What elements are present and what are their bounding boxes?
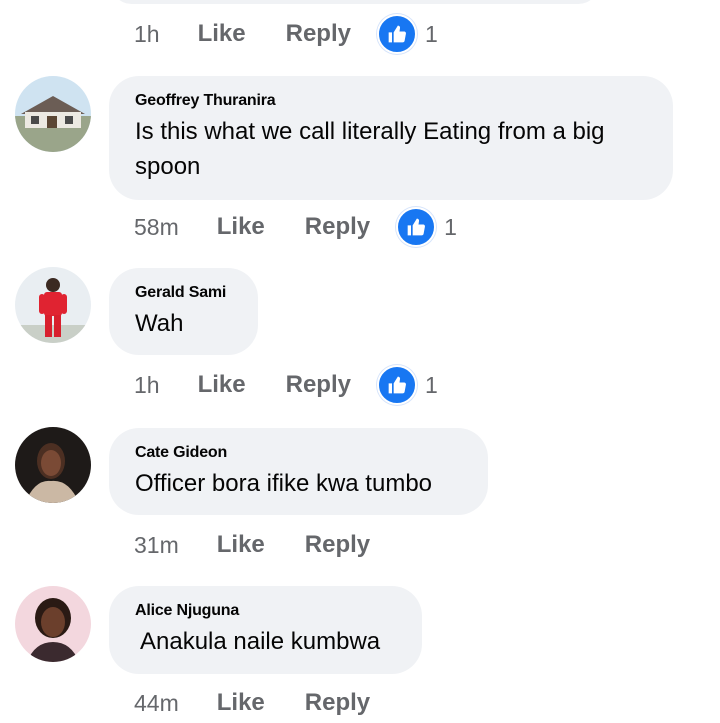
comment-actions: 1h Like Reply 1 bbox=[134, 365, 438, 405]
comment-author[interactable]: Cate Gideon bbox=[135, 444, 462, 462]
comment-time: 1h bbox=[134, 20, 160, 47]
comment-actions: 58m Like Reply 1 bbox=[134, 207, 457, 247]
reply-button[interactable]: Reply bbox=[305, 531, 370, 559]
comment-bubble: Alice Njuguna Anakula naile kumbwa bbox=[109, 586, 422, 674]
comment-text: Wah bbox=[135, 310, 184, 337]
comment-time: 31m bbox=[134, 531, 179, 558]
comment-text: Officer bora ifike kwa tumbo bbox=[135, 470, 433, 497]
reaction-count: 1 bbox=[424, 20, 438, 47]
thumbs-up-icon bbox=[376, 14, 417, 54]
like-button[interactable]: Like bbox=[198, 20, 246, 48]
avatar[interactable] bbox=[15, 427, 91, 503]
reaction-summary[interactable]: 1 bbox=[376, 365, 438, 405]
reply-button[interactable]: Reply bbox=[305, 213, 370, 241]
comment-author[interactable]: Geoffrey Thuranira bbox=[135, 92, 647, 110]
reaction-summary[interactable]: 1 bbox=[376, 14, 438, 54]
comment-author[interactable]: Gerald Sami bbox=[135, 284, 232, 302]
like-button[interactable]: Like bbox=[217, 213, 265, 241]
like-button[interactable]: Like bbox=[217, 531, 265, 559]
previous-comment-bubble bbox=[110, 0, 600, 4]
thumbs-up-icon bbox=[376, 365, 417, 405]
comment-time: 1h bbox=[134, 371, 160, 398]
comment-time: 58m bbox=[134, 213, 179, 240]
comment-bubble: Geoffrey Thuranira Is this what we call … bbox=[109, 76, 673, 200]
thumbs-up-icon bbox=[396, 207, 437, 247]
reply-button[interactable]: Reply bbox=[286, 371, 351, 399]
reply-button[interactable]: Reply bbox=[305, 689, 370, 717]
comment-time: 44m bbox=[134, 689, 179, 716]
like-button[interactable]: Like bbox=[217, 689, 265, 717]
comment-bubble: Gerald Sami Wah bbox=[109, 268, 258, 355]
comment-actions: 44m Like Reply bbox=[134, 683, 370, 723]
reply-button[interactable]: Reply bbox=[286, 20, 351, 48]
like-button[interactable]: Like bbox=[198, 371, 246, 399]
comment-text: Is this what we call literally Eating fr… bbox=[135, 118, 605, 180]
reaction-count: 1 bbox=[424, 371, 438, 398]
avatar[interactable] bbox=[15, 586, 91, 662]
avatar[interactable] bbox=[15, 267, 91, 343]
reaction-summary[interactable]: 1 bbox=[396, 207, 457, 247]
comment-bubble: Cate Gideon Officer bora ifike kwa tumbo bbox=[109, 428, 488, 515]
comment-actions: 31m Like Reply bbox=[134, 525, 370, 565]
reaction-count: 1 bbox=[444, 213, 457, 240]
comment-actions-previous: 1h Like Reply 1 bbox=[134, 14, 438, 54]
avatar[interactable] bbox=[15, 76, 91, 152]
comment-text: Anakula naile kumbwa bbox=[140, 628, 381, 655]
comment-author[interactable]: Alice Njuguna bbox=[135, 602, 396, 620]
